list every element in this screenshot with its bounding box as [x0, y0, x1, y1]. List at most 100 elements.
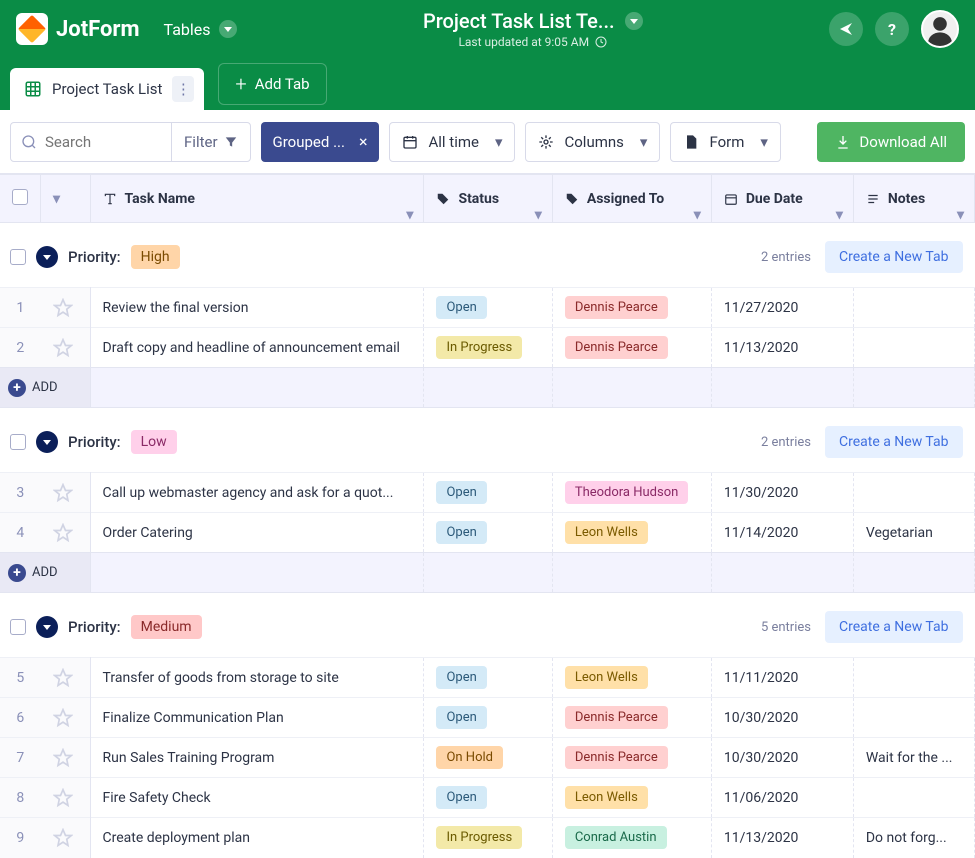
assigned-cell[interactable]: Theodora Hudson: [552, 473, 711, 513]
task-cell[interactable]: Transfer of goods from storage to site: [90, 658, 424, 698]
alltime-dropdown[interactable]: All time ▾: [389, 122, 515, 162]
star-icon[interactable]: [53, 668, 73, 688]
chevron-down-icon[interactable]: ▾: [535, 207, 542, 223]
task-cell[interactable]: Run Sales Training Program: [90, 738, 424, 778]
table-row[interactable]: 6Finalize Communication PlanOpenDennis P…: [0, 698, 975, 738]
chevron-down-icon[interactable]: ▾: [694, 207, 701, 223]
status-cell[interactable]: Open: [424, 473, 552, 513]
due-cell[interactable]: 11/27/2020: [711, 288, 853, 328]
create-new-tab-button[interactable]: Create a New Tab: [825, 241, 963, 273]
col-assigned[interactable]: Assigned To ▾: [552, 175, 711, 223]
due-cell[interactable]: 11/14/2020: [711, 513, 853, 553]
table-row[interactable]: 8Fire Safety CheckOpenLeon Wells11/06/20…: [0, 778, 975, 818]
status-cell[interactable]: In Progress: [424, 818, 552, 858]
star-icon[interactable]: [53, 483, 73, 503]
add-row[interactable]: +ADD: [0, 553, 975, 593]
col-task-name[interactable]: Task Name ▾: [90, 175, 424, 223]
notes-cell[interactable]: [853, 328, 974, 368]
group-checkbox[interactable]: [10, 434, 26, 450]
select-all-checkbox[interactable]: [12, 189, 28, 205]
add-row[interactable]: +ADD: [0, 368, 975, 408]
status-cell[interactable]: On Hold: [424, 738, 552, 778]
title-dropdown[interactable]: [625, 12, 643, 30]
assigned-cell[interactable]: Conrad Austin: [552, 818, 711, 858]
task-cell[interactable]: Order Catering: [90, 513, 424, 553]
star-icon[interactable]: [53, 338, 73, 358]
table-row[interactable]: 3Call up webmaster agency and ask for a …: [0, 473, 975, 513]
avatar[interactable]: [921, 10, 959, 48]
group-checkbox[interactable]: [10, 249, 26, 265]
chevron-down-icon[interactable]: ▾: [406, 207, 413, 223]
task-cell[interactable]: Finalize Communication Plan: [90, 698, 424, 738]
due-cell[interactable]: 11/06/2020: [711, 778, 853, 818]
task-cell[interactable]: Review the final version: [90, 288, 424, 328]
due-cell[interactable]: 10/30/2020: [711, 698, 853, 738]
star-icon[interactable]: [53, 708, 73, 728]
star-icon[interactable]: [53, 828, 73, 848]
star-icon[interactable]: [53, 788, 73, 808]
help-button[interactable]: ?: [875, 12, 909, 46]
status-cell[interactable]: Open: [424, 288, 552, 328]
status-cell[interactable]: Open: [424, 513, 552, 553]
status-cell[interactable]: In Progress: [424, 328, 552, 368]
search-input[interactable]: [11, 133, 171, 151]
notes-cell[interactable]: [853, 698, 974, 738]
table-row[interactable]: 9Create deployment planIn ProgressConrad…: [0, 818, 975, 858]
notes-cell[interactable]: [853, 473, 974, 513]
create-new-tab-button[interactable]: Create a New Tab: [825, 611, 963, 643]
logo[interactable]: JotForm: [16, 13, 140, 45]
share-button[interactable]: [829, 12, 863, 46]
due-cell[interactable]: 11/13/2020: [711, 328, 853, 368]
notes-cell[interactable]: [853, 288, 974, 328]
group-toggle[interactable]: [36, 616, 58, 638]
grouped-pill[interactable]: Grouped ... ×: [261, 122, 380, 162]
form-dropdown[interactable]: Form ▾: [670, 122, 780, 162]
table-row[interactable]: 5Transfer of goods from storage to siteO…: [0, 658, 975, 698]
group-toggle[interactable]: [36, 246, 58, 268]
assigned-cell[interactable]: Dennis Pearce: [552, 698, 711, 738]
due-cell[interactable]: 10/30/2020: [711, 738, 853, 778]
columns-dropdown[interactable]: Columns ▾: [525, 122, 660, 162]
task-cell[interactable]: Call up webmaster agency and ask for a q…: [90, 473, 424, 513]
assigned-cell[interactable]: Dennis Pearce: [552, 288, 711, 328]
table-row[interactable]: 2Draft copy and headline of announcement…: [0, 328, 975, 368]
tab-project-task-list[interactable]: Project Task List ⋮: [10, 68, 204, 110]
table-row[interactable]: 4Order CateringOpenLeon Wells11/14/2020V…: [0, 513, 975, 553]
assigned-cell[interactable]: Leon Wells: [552, 513, 711, 553]
notes-cell[interactable]: Vegetarian: [853, 513, 974, 553]
due-cell[interactable]: 11/30/2020: [711, 473, 853, 513]
chevron-down-icon[interactable]: ▾: [957, 207, 964, 223]
tab-menu-button[interactable]: ⋮: [172, 76, 194, 102]
due-cell[interactable]: 11/13/2020: [711, 818, 853, 858]
status-cell[interactable]: Open: [424, 658, 552, 698]
notes-cell[interactable]: Do not forg...: [853, 818, 974, 858]
notes-cell[interactable]: Wait for the ...: [853, 738, 974, 778]
close-icon[interactable]: ×: [359, 132, 368, 151]
star-icon[interactable]: [53, 298, 73, 318]
task-cell[interactable]: Create deployment plan: [90, 818, 424, 858]
assigned-cell[interactable]: Dennis Pearce: [552, 328, 711, 368]
chevron-down-icon[interactable]: ▾: [836, 207, 843, 223]
group-toggle[interactable]: [36, 431, 58, 453]
assigned-cell[interactable]: Leon Wells: [552, 778, 711, 818]
table-row[interactable]: 7Run Sales Training ProgramOn HoldDennis…: [0, 738, 975, 778]
task-cell[interactable]: Fire Safety Check: [90, 778, 424, 818]
col-due[interactable]: Due Date ▾: [711, 175, 853, 223]
notes-cell[interactable]: [853, 778, 974, 818]
star-icon[interactable]: [53, 748, 73, 768]
filter-button[interactable]: Filter: [171, 123, 250, 161]
status-cell[interactable]: Open: [424, 778, 552, 818]
star-icon[interactable]: [53, 523, 73, 543]
nav-tables[interactable]: Tables: [164, 20, 237, 39]
create-new-tab-button[interactable]: Create a New Tab: [825, 426, 963, 458]
assigned-cell[interactable]: Dennis Pearce: [552, 738, 711, 778]
status-cell[interactable]: Open: [424, 698, 552, 738]
table-row[interactable]: 1Review the final versionOpenDennis Pear…: [0, 288, 975, 328]
download-all-button[interactable]: Download All: [817, 122, 965, 162]
group-checkbox[interactable]: [10, 619, 26, 635]
due-cell[interactable]: 11/11/2020: [711, 658, 853, 698]
notes-cell[interactable]: [853, 658, 974, 698]
add-tab-button[interactable]: + Add Tab: [218, 63, 326, 105]
assigned-cell[interactable]: Leon Wells: [552, 658, 711, 698]
col-notes[interactable]: Notes ▾: [853, 175, 974, 223]
